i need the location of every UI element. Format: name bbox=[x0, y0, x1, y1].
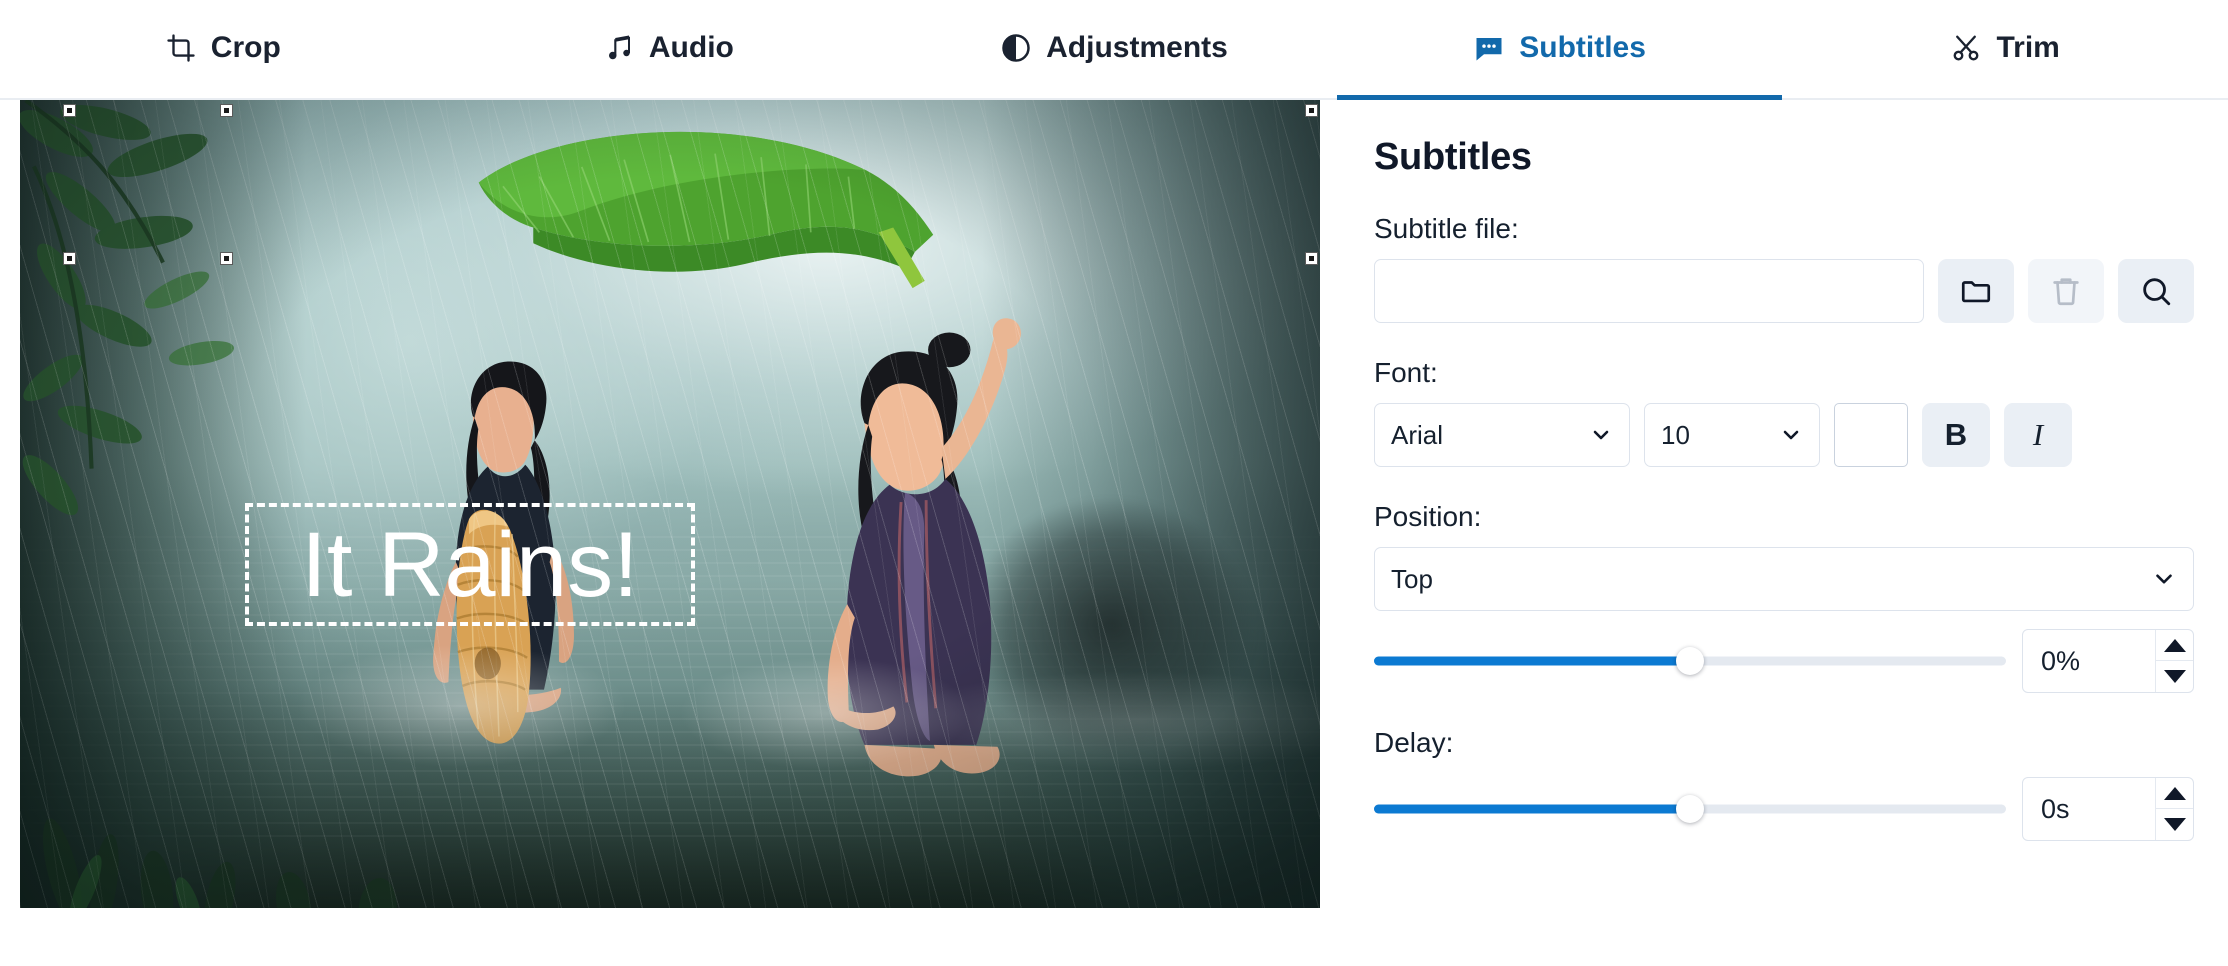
font-family-select[interactable]: Arial bbox=[1374, 403, 1630, 467]
delay-value: 0s bbox=[2041, 793, 2070, 824]
font-row: Arial 10 B I bbox=[1374, 403, 2194, 467]
editor-tabbar: Crop Audio Adjustments Subtitles Trim bbox=[0, 0, 2228, 100]
subtitle-file-row bbox=[1374, 259, 2194, 323]
tab-subtitles[interactable]: Subtitles bbox=[1336, 0, 1783, 100]
slider-thumb[interactable] bbox=[1676, 795, 1704, 823]
delay-row: 0s bbox=[1374, 777, 2194, 841]
tab-crop[interactable]: Crop bbox=[0, 0, 446, 100]
bold-toggle-button[interactable]: B bbox=[1922, 403, 1990, 467]
tab-adjustments[interactable]: Adjustments bbox=[891, 0, 1337, 100]
caret-up-icon bbox=[2163, 786, 2186, 800]
position-offset-spinner[interactable]: 0% bbox=[2022, 629, 2194, 693]
position-offset-row: 0% bbox=[1374, 629, 2194, 693]
scissors-icon bbox=[1950, 32, 1982, 64]
chevron-down-icon bbox=[1779, 423, 1803, 447]
handle-top-left[interactable] bbox=[63, 104, 76, 117]
video-preview-area: It Rains! bbox=[0, 100, 1340, 966]
caret-down-icon bbox=[2163, 818, 2186, 831]
video-canvas[interactable]: It Rains! bbox=[20, 100, 1320, 908]
subtitle-file-label: Subtitle file: bbox=[1374, 213, 1519, 244]
delay-slider[interactable] bbox=[1374, 792, 2006, 826]
slider-thumb[interactable] bbox=[1676, 647, 1704, 675]
video-editor-window: Crop Audio Adjustments Subtitles Trim It… bbox=[0, 0, 2228, 966]
comment-dots-icon bbox=[1473, 32, 1505, 64]
caret-down-icon bbox=[2163, 670, 2186, 683]
folder-icon bbox=[1959, 274, 1993, 308]
music-note-icon bbox=[603, 32, 635, 64]
caret-up-icon bbox=[2163, 638, 2186, 652]
panel-title: Subtitles bbox=[1374, 136, 1532, 178]
position-offset-increment[interactable] bbox=[2156, 630, 2193, 661]
position-offset-value: 0% bbox=[2041, 645, 2081, 676]
position-offset-stepper bbox=[2155, 630, 2193, 692]
delete-subtitle-button[interactable] bbox=[2028, 259, 2104, 323]
search-subtitle-button[interactable] bbox=[2118, 259, 2194, 323]
italic-toggle-button[interactable]: I bbox=[2004, 403, 2072, 467]
font-size-value: 10 bbox=[1661, 419, 1690, 450]
delay-spinner[interactable]: 0s bbox=[2022, 777, 2194, 841]
position-offset-decrement[interactable] bbox=[2156, 661, 2193, 692]
font-label: Font: bbox=[1374, 357, 1438, 388]
crop-icon bbox=[165, 32, 197, 64]
handle-top-right[interactable] bbox=[1305, 104, 1318, 117]
tab-audio-label: Audio bbox=[648, 31, 734, 64]
tab-audio[interactable]: Audio bbox=[446, 0, 892, 100]
delay-stepper bbox=[2155, 778, 2193, 840]
delay-decrement[interactable] bbox=[2156, 809, 2193, 840]
subtitle-overlay-text: It Rains! bbox=[301, 513, 639, 616]
handle-top-center[interactable] bbox=[220, 104, 233, 117]
chevron-down-icon bbox=[2151, 566, 2177, 592]
delay-label: Delay: bbox=[1374, 727, 1454, 758]
trash-icon bbox=[2049, 274, 2083, 308]
position-offset-slider[interactable] bbox=[1374, 644, 2006, 678]
slider-fill bbox=[1374, 804, 1690, 814]
handle-middle-right[interactable] bbox=[1305, 252, 1318, 265]
tab-adjustments-label: Adjustments bbox=[1046, 31, 1228, 64]
tab-trim[interactable]: Trim bbox=[1782, 0, 2228, 100]
subtitle-file-input[interactable] bbox=[1374, 259, 1924, 323]
position-value: Top bbox=[1391, 563, 1433, 594]
delay-increment[interactable] bbox=[2156, 778, 2193, 809]
tab-crop-label: Crop bbox=[210, 31, 281, 64]
magnifier-icon bbox=[2139, 274, 2173, 308]
handle-middle-center[interactable] bbox=[220, 252, 233, 265]
position-label: Position: bbox=[1374, 501, 1482, 532]
slider-fill bbox=[1374, 656, 1690, 666]
subtitles-settings-panel: Subtitles Subtitle file: Font: Arial 10 … bbox=[1340, 100, 2228, 966]
contrast-icon bbox=[1000, 32, 1032, 64]
font-family-value: Arial bbox=[1391, 419, 1444, 450]
handle-middle-left[interactable] bbox=[63, 252, 76, 265]
tab-trim-label: Trim bbox=[1996, 31, 2060, 64]
tab-subtitles-label: Subtitles bbox=[1519, 31, 1646, 64]
browse-subtitle-button[interactable] bbox=[1938, 259, 2014, 323]
subtitle-overlay-box[interactable]: It Rains! bbox=[245, 503, 695, 626]
chevron-down-icon bbox=[1589, 423, 1613, 447]
position-select[interactable]: Top bbox=[1374, 547, 2194, 611]
font-size-select[interactable]: 10 bbox=[1644, 403, 1820, 467]
font-color-swatch[interactable] bbox=[1834, 403, 1908, 467]
